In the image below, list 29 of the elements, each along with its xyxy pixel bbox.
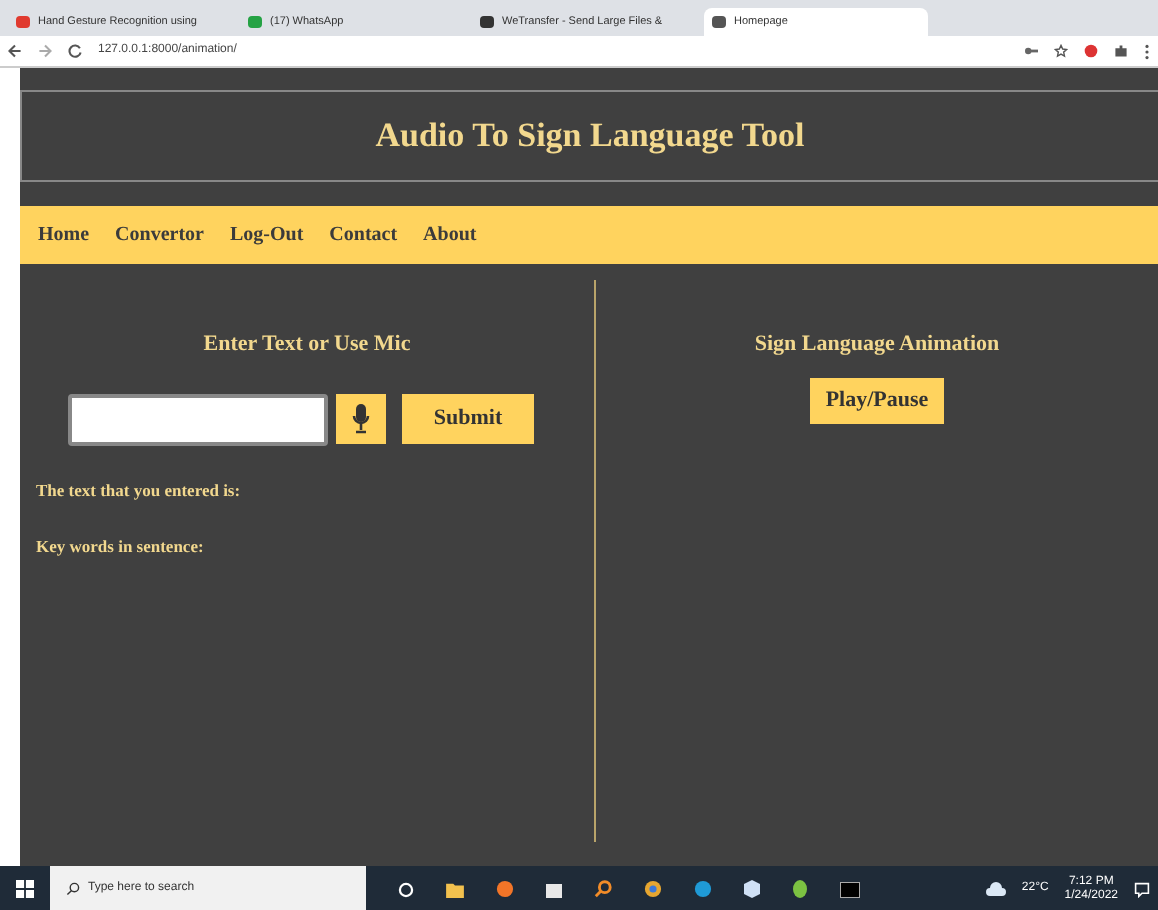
microphone-icon <box>352 404 370 434</box>
section-heading: Enter Text or Use Mic <box>201 330 413 360</box>
mic-button[interactable] <box>336 394 386 444</box>
cube-icon[interactable] <box>744 880 760 898</box>
search-icon <box>66 882 80 896</box>
cloud-icon <box>985 882 1006 896</box>
nav-link[interactable]: Contact <box>329 220 398 250</box>
output-label: The text that you entered is: <box>36 477 243 503</box>
section-heading: Sign Language Animation <box>754 330 1000 360</box>
reload-icon[interactable] <box>68 44 82 58</box>
cortana-icon[interactable] <box>398 881 414 897</box>
play-pause-button[interactable]: Play/Pause <box>810 377 944 423</box>
nav-link[interactable]: Home <box>38 220 90 250</box>
text-input[interactable] <box>68 393 328 445</box>
nav-link[interactable]: About <box>423 220 477 250</box>
key-icon[interactable] <box>1024 46 1038 56</box>
menu-icon[interactable] <box>1144 43 1150 59</box>
nav-link[interactable]: Convertor <box>115 220 204 250</box>
page-title: Audio To Sign Language Tool <box>375 114 805 159</box>
back-icon[interactable] <box>8 44 22 58</box>
nav-link[interactable]: Log-Out <box>229 220 304 250</box>
windows-icon[interactable] <box>16 880 34 898</box>
star-icon[interactable] <box>1054 44 1068 58</box>
submit-button[interactable]: Submit <box>402 394 534 444</box>
output-label: Key words in sentence: <box>36 534 206 560</box>
folder-icon[interactable] <box>446 881 464 897</box>
search-app-icon[interactable] <box>594 880 612 898</box>
notification-icon[interactable] <box>1134 881 1150 897</box>
terminal-icon[interactable] <box>840 881 860 897</box>
